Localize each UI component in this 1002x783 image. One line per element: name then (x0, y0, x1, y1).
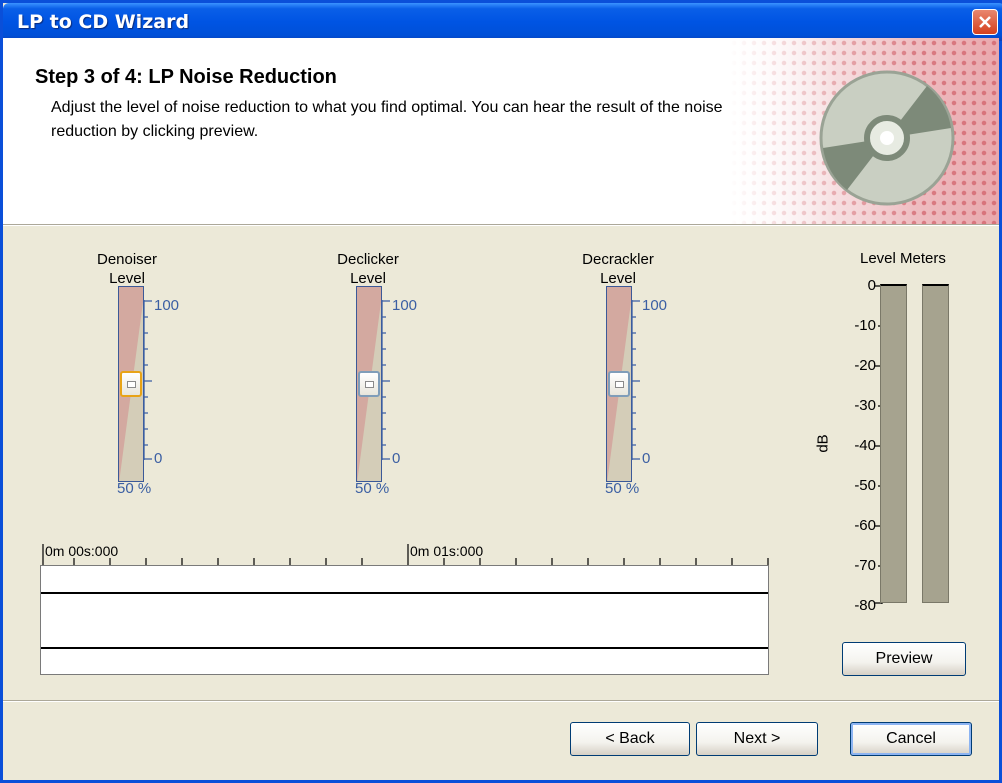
denoiser-ticks (143, 300, 152, 460)
meter-scale-label: -60 (854, 517, 876, 534)
denoiser-slider-thumb[interactable] (120, 371, 142, 397)
window-title: LP to CD Wizard (17, 11, 190, 33)
denoiser-value: 50 % (117, 480, 152, 497)
back-button[interactable]: < Back (570, 722, 690, 756)
db-unit-label: dB (814, 434, 832, 453)
decrackler-ticks (631, 300, 640, 460)
close-button[interactable] (972, 9, 998, 35)
denoiser-label: Denoiser Level (96, 251, 158, 287)
denoiser-min-label: 0 (154, 450, 163, 467)
declicker-max-label: 100 (392, 297, 418, 314)
decrackler-slider-thumb[interactable] (608, 371, 630, 397)
wizard-header: Step 3 of 4: LP Noise Reduction Adjust t… (3, 38, 999, 224)
decrackler-value: 50 % (605, 480, 640, 497)
decrackler-min-label: 0 (642, 450, 651, 467)
decrackler-slider[interactable] (606, 286, 632, 482)
step-title: Step 3 of 4: LP Noise Reduction (35, 66, 337, 88)
level-meter-right (922, 284, 949, 603)
timeline-ruler (42, 544, 769, 565)
declicker-ticks (381, 300, 390, 460)
meter-scale-label: -30 (854, 397, 876, 414)
meter-scale-label: -50 (854, 477, 876, 494)
waveform-timeline[interactable] (40, 565, 769, 675)
close-icon (979, 16, 991, 28)
next-button[interactable]: Next > (696, 722, 818, 756)
title-bar[interactable]: LP to CD Wizard (3, 3, 1002, 41)
meter-scale-label: -20 (854, 357, 876, 374)
declicker-slider-thumb[interactable] (358, 371, 380, 397)
declicker-label: Declicker Level (337, 251, 399, 287)
footer-separator (3, 700, 999, 702)
header-separator (3, 224, 999, 226)
level-meters-title: Level Meters (860, 250, 946, 267)
preview-button[interactable]: Preview (842, 642, 966, 676)
denoiser-max-label: 100 (154, 297, 180, 314)
step-description: Adjust the level of noise reduction to w… (51, 99, 723, 140)
declicker-value: 50 % (355, 480, 390, 497)
meter-scale-label: -10 (854, 317, 876, 334)
cancel-button[interactable]: Cancel (850, 722, 972, 756)
timeline-start-label: 0m 00s:000 (45, 543, 119, 559)
declicker-min-label: 0 (392, 450, 401, 467)
denoiser-slider[interactable] (118, 286, 144, 482)
meter-scale-label: -70 (854, 557, 876, 574)
meter-scale-label: 0 (867, 277, 876, 294)
meter-scale-label: -40 (854, 437, 876, 454)
meter-scale-label: -80 (854, 597, 876, 614)
timeline-mid-label: 0m 01s:000 (410, 543, 484, 559)
declicker-slider[interactable] (356, 286, 382, 482)
decrackler-max-label: 100 (642, 297, 668, 314)
cd-icon (819, 70, 955, 206)
level-meter-left (880, 284, 907, 603)
decrackler-label: Decrackler Level (582, 251, 654, 287)
